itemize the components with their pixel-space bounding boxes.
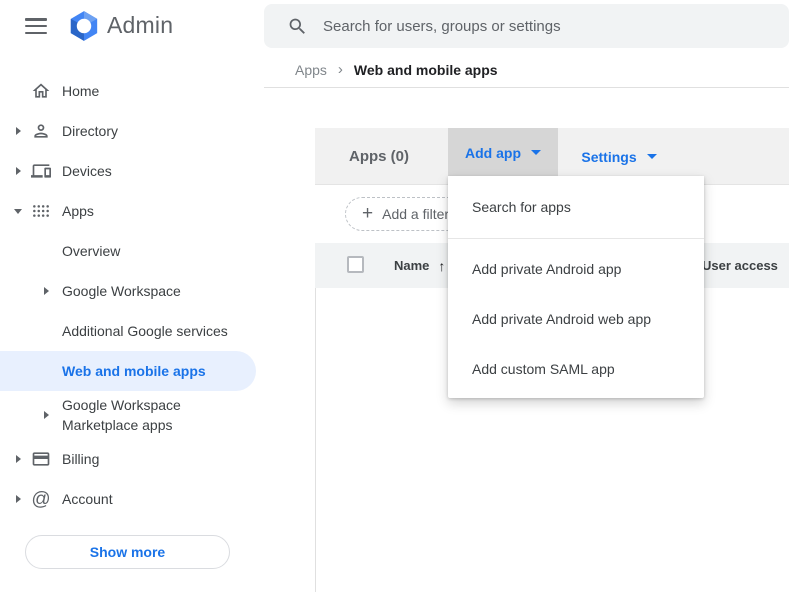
chevron-right-icon [15, 495, 21, 503]
sidebar-item-web-and-mobile-apps[interactable]: Web and mobile apps [0, 351, 256, 391]
google-admin-logo [67, 9, 101, 43]
global-search-bar[interactable] [264, 4, 789, 48]
sidebar-item-label: Google Workspace [62, 283, 181, 299]
sidebar-item-overview[interactable]: Overview [0, 231, 264, 271]
search-input[interactable] [323, 17, 753, 35]
add-app-label: Add app [465, 144, 521, 161]
sidebar-item-billing[interactable]: Billing [0, 439, 264, 479]
add-app-dropdown-menu: Search for apps Add private Android app … [448, 176, 704, 398]
sidebar-item-label: Additional Google services [62, 323, 228, 339]
dropdown-arrow-icon [646, 154, 657, 159]
billing-icon [30, 449, 52, 469]
chevron-right-icon [15, 455, 21, 463]
admin-console-page: Admin Home Directory [0, 0, 789, 592]
chevron-down-icon [14, 208, 22, 214]
chevron-right-icon [44, 411, 49, 419]
menu-item-add-private-android-web-app[interactable]: Add private Android web app [448, 294, 704, 344]
sidebar-item-google-workspace[interactable]: Google Workspace [0, 271, 264, 311]
sidebar-item-label: Web and mobile apps [62, 363, 206, 379]
sidebar-item-additional-google-services[interactable]: Additional Google services [0, 311, 264, 351]
breadcrumb: Apps › Web and mobile apps [264, 52, 789, 88]
breadcrumb-current: Web and mobile apps [353, 61, 498, 78]
name-column-label: Name [394, 258, 430, 273]
sidebar-item-label: Billing [62, 451, 100, 467]
admin-hexagon-icon [70, 11, 98, 41]
column-header-name[interactable]: Name ↑ [394, 243, 445, 288]
devices-icon [30, 161, 52, 181]
sidebar-item-directory[interactable]: Directory [0, 111, 264, 151]
breadcrumb-parent[interactable]: Apps [295, 62, 327, 78]
sidebar-nav: Home Directory Devices Apps Overview Goo… [0, 52, 264, 592]
select-all-checkbox[interactable] [347, 256, 364, 273]
menu-item-add-custom-saml-app[interactable]: Add custom SAML app [448, 344, 704, 394]
sidebar-item-label: Apps [62, 203, 94, 219]
sidebar-item-apps[interactable]: Apps [0, 191, 264, 231]
at-icon: @ [31, 488, 51, 510]
settings-label: Settings [581, 148, 637, 165]
apps-count-title: Apps (0) [349, 148, 409, 165]
sidebar-item-label: Directory [62, 123, 119, 139]
sort-ascending-icon: ↑ [438, 257, 446, 274]
search-icon [289, 18, 305, 34]
add-filter-label: Add a filter [382, 206, 450, 222]
sidebar-item-devices[interactable]: Devices [0, 151, 264, 191]
brand-title: Admin [107, 12, 174, 38]
sidebar-item-home[interactable]: Home [0, 71, 264, 111]
chevron-right-icon [15, 167, 21, 175]
sidebar-item-account[interactable]: @ Account [0, 479, 264, 519]
column-header-user-access: User access [702, 243, 778, 288]
menu-item-search-for-apps[interactable]: Search for apps [448, 176, 704, 238]
top-bar: Admin [0, 0, 789, 52]
menu-item-add-private-android-app[interactable]: Add private Android app [448, 244, 704, 294]
show-more-button[interactable]: Show more [25, 535, 230, 569]
sidebar-item-label: Overview [62, 243, 121, 259]
sidebar-item-label: Devices [62, 163, 112, 179]
apps-grid-icon [30, 201, 52, 221]
dropdown-arrow-icon [531, 150, 541, 155]
sidebar-item-label: Account [62, 491, 113, 507]
breadcrumb-separator-icon: › [337, 61, 343, 78]
person-icon [30, 121, 52, 141]
sidebar-item-label: Google Workspace Marketplace apps [62, 397, 181, 433]
home-icon [30, 81, 52, 101]
user-access-column-label: User access [702, 258, 778, 273]
sidebar-item-label: Home [62, 83, 100, 99]
chevron-right-icon [15, 127, 21, 135]
menu-group: Add private Android app Add private Andr… [448, 239, 704, 394]
sidebar-item-google-workspace-marketplace-apps[interactable]: Google Workspace Marketplace apps [0, 391, 264, 439]
hamburger-menu-icon[interactable] [25, 16, 47, 36]
plus-icon: + [362, 202, 374, 224]
add-app-button[interactable]: Add app [448, 128, 558, 177]
chevron-right-icon [44, 287, 49, 295]
